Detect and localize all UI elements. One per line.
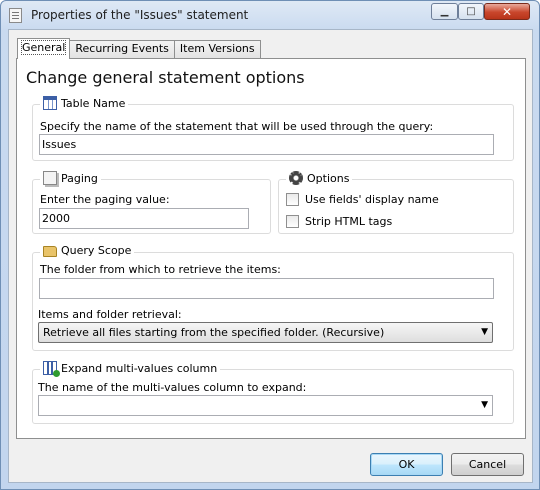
pages-icon — [43, 171, 57, 185]
strip-html-checkbox[interactable] — [286, 215, 299, 228]
minimize-button[interactable]: ▁ — [431, 3, 458, 20]
table-name-legend: Table Name — [40, 96, 129, 110]
document-icon — [9, 8, 22, 23]
folder-label: The folder from which to retrieve the it… — [40, 263, 281, 276]
title-bar[interactable]: Properties of the "Issues" statement ▁ □… — [1, 1, 539, 29]
paging-legend: Paging — [40, 171, 101, 185]
query-scope-legend: Query Scope — [40, 244, 135, 257]
expand-column-dropdown[interactable]: ▼ — [38, 395, 493, 416]
expand-column-description: The name of the multi-values column to e… — [38, 381, 307, 394]
chevron-down-icon: ▼ — [481, 400, 488, 410]
use-display-name-label: Use fields' display name — [305, 193, 439, 206]
use-display-name-checkbox[interactable] — [286, 193, 299, 206]
table-name-group: Table Name Specify the name of the state… — [32, 96, 514, 161]
close-button[interactable]: ✕ — [484, 3, 530, 20]
chevron-down-icon: ▼ — [481, 327, 488, 337]
table-icon — [43, 96, 57, 110]
paging-title: Paging — [61, 171, 98, 185]
table-name-input[interactable] — [39, 134, 494, 155]
query-scope-title: Query Scope — [61, 244, 132, 257]
table-name-title: Table Name — [61, 96, 126, 110]
general-tab-panel: Change general statement options Table N… — [16, 58, 526, 439]
options-title: Options — [307, 171, 350, 185]
gear-icon — [289, 171, 303, 185]
dialog-client-area: General Recurring Events Item Versions C… — [8, 29, 533, 483]
folder-input[interactable] — [39, 278, 494, 299]
retrieval-selected-value: Retrieve all files starting from the spe… — [43, 326, 385, 339]
properties-dialog: Properties of the "Issues" statement ▁ □… — [0, 0, 540, 490]
table-name-description: Specify the name of the statement that w… — [40, 120, 434, 133]
ok-button[interactable]: OK — [370, 453, 443, 476]
paging-description: Enter the paging value: — [40, 193, 170, 206]
retrieval-dropdown[interactable]: Retrieve all files starting from the spe… — [38, 322, 493, 343]
strip-html-label: Strip HTML tags — [305, 215, 393, 228]
options-group: Options Use fields' display name Strip H… — [278, 171, 514, 234]
paging-input[interactable] — [39, 208, 249, 229]
tab-recurring-events[interactable]: Recurring Events — [69, 40, 175, 58]
expand-column-title: Expand multi-values column — [61, 361, 218, 375]
page-title: Change general statement options — [26, 68, 305, 87]
paging-group: Paging Enter the paging value: — [32, 171, 271, 234]
strip-html-option[interactable]: Strip HTML tags — [286, 215, 392, 228]
use-display-name-option[interactable]: Use fields' display name — [286, 193, 439, 206]
maximize-button[interactable]: □ — [458, 3, 484, 20]
tab-item-versions[interactable]: Item Versions — [173, 40, 261, 58]
tab-strip: General Recurring Events Item Versions — [17, 38, 261, 59]
folder-icon — [43, 246, 57, 257]
tab-general-label: General — [20, 40, 67, 55]
expand-column-group: Expand multi-values column The name of t… — [32, 361, 514, 424]
expand-column-legend: Expand multi-values column — [40, 361, 221, 377]
tab-general[interactable]: General — [17, 38, 71, 59]
cancel-button[interactable]: Cancel — [451, 453, 524, 476]
window-title: Properties of the "Issues" statement — [31, 8, 249, 22]
options-legend: Options — [286, 171, 353, 185]
columns-icon — [43, 361, 60, 377]
retrieval-label: Items and folder retrieval: — [38, 308, 182, 321]
query-scope-group: Query Scope The folder from which to ret… — [32, 244, 514, 351]
